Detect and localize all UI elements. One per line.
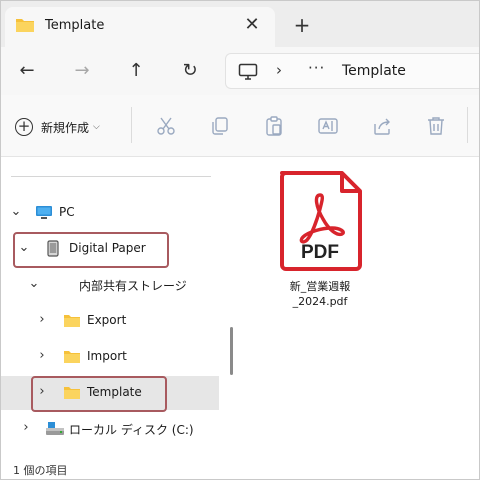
command-separator xyxy=(131,107,132,143)
pc-icon xyxy=(35,205,53,225)
chevron-right-icon[interactable]: › xyxy=(35,348,49,363)
folder-icon xyxy=(15,17,35,37)
new-tab-button[interactable]: + xyxy=(289,13,315,39)
file-item-pdf[interactable]: PDF 新_営業週報 _2024.pdf xyxy=(267,169,373,319)
paste-icon[interactable] xyxy=(263,115,285,137)
item-count: 1 個の項目 xyxy=(13,464,68,477)
file-name-line-2: _2024.pdf xyxy=(292,295,348,308)
forward-button[interactable]: → xyxy=(68,57,96,85)
cut-icon[interactable] xyxy=(155,115,177,137)
share-icon[interactable] xyxy=(371,115,393,137)
close-icon[interactable]: ✕ xyxy=(241,14,263,36)
nav-item-pc[interactable]: ⌄ PC xyxy=(1,196,219,230)
folder-icon xyxy=(63,313,81,332)
pdf-file-icon: PDF xyxy=(276,169,364,277)
navigation-pane-scrollbar[interactable] xyxy=(230,327,233,375)
command-separator xyxy=(467,107,468,143)
highlight-box-digital-paper xyxy=(13,232,169,268)
folder-icon xyxy=(63,349,81,368)
up-button[interactable]: ↑ xyxy=(122,57,150,85)
tab-title: Template xyxy=(45,18,105,33)
tab-template[interactable]: Template ✕ xyxy=(5,7,275,47)
file-explorer-window: Template ✕ + ← → ↑ ↻ › ··· Template + 新規… xyxy=(0,0,480,480)
delete-icon[interactable] xyxy=(425,115,447,137)
copy-icon[interactable] xyxy=(209,115,231,137)
navigation-pane: ⌄ PC ⌄ Digital Paper ⌄ 内部共有ストレージ › Expor… xyxy=(1,158,223,454)
chevron-right-icon[interactable]: › xyxy=(19,420,33,435)
plus-circle-icon: + xyxy=(15,118,33,136)
back-button[interactable]: ← xyxy=(13,57,41,85)
tab-strip: Template ✕ + xyxy=(1,1,479,47)
nav-item-export[interactable]: › Export xyxy=(1,304,219,338)
new-button-label: 新規作成 xyxy=(41,120,90,135)
chevron-down-icon: ⌵ xyxy=(93,122,100,132)
highlight-box-template xyxy=(31,376,167,412)
navigation-bar: ← → ↑ ↻ › ··· Template xyxy=(1,47,479,95)
monitor-icon xyxy=(238,63,258,85)
chevron-down-icon[interactable]: ⌄ xyxy=(9,204,23,219)
breadcrumb-template[interactable]: Template xyxy=(342,63,406,79)
rename-icon[interactable] xyxy=(317,115,339,137)
chevron-right-icon[interactable]: › xyxy=(35,312,49,327)
refresh-button[interactable]: ↻ xyxy=(176,57,204,85)
command-bar: + 新規作成 ⌵ xyxy=(1,95,479,157)
new-button[interactable]: + 新規作成 ⌵ xyxy=(15,113,100,141)
file-name-line-1: 新_営業週報 xyxy=(289,280,351,293)
pdf-icon-label: PDF xyxy=(301,242,339,263)
nav-item-label: Export xyxy=(87,313,127,327)
nav-item-label: 内部共有ストレージ xyxy=(79,279,187,293)
breadcrumb-more[interactable]: ··· xyxy=(308,59,325,77)
nav-item-label: PC xyxy=(59,205,75,219)
nav-item-import[interactable]: › Import xyxy=(1,340,219,374)
status-bar: 1 個の項目 xyxy=(1,457,479,479)
file-name: 新_営業週報 _2024.pdf xyxy=(267,279,373,309)
chevron-down-icon[interactable]: ⌄ xyxy=(27,276,41,291)
address-bar[interactable]: › ··· Template xyxy=(225,53,479,89)
drive-icon xyxy=(45,421,65,441)
nav-item-label: Import xyxy=(87,349,127,363)
chevron-right-icon[interactable]: › xyxy=(276,61,282,79)
nav-item-local-disk[interactable]: › ローカル ディスク (C:) xyxy=(1,412,219,446)
nav-divider xyxy=(11,176,211,177)
nav-item-internal-storage[interactable]: ⌄ 内部共有ストレージ xyxy=(1,268,219,302)
nav-item-label: ローカル ディスク (C:) xyxy=(69,423,194,437)
